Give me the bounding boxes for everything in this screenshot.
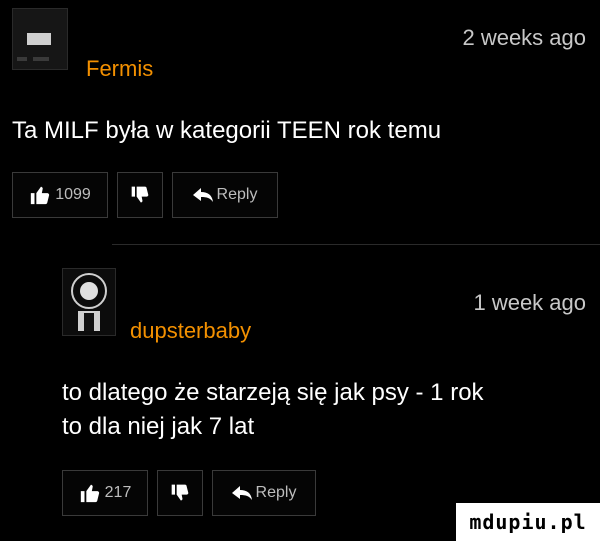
reply-arrow-icon — [192, 187, 213, 203]
comment-timestamp: 2 weeks ago — [462, 25, 586, 50]
reply-label: Reply — [255, 484, 297, 501]
like-count: 1099 — [55, 186, 91, 203]
thumbs-down-icon — [170, 483, 190, 503]
comment-text-line: to dlatego że starzeją się jak psy - 1 r… — [62, 379, 484, 406]
reply-button[interactable]: Reply — [172, 172, 278, 218]
thumbs-up-icon — [79, 482, 101, 504]
comment-username[interactable]: dupsterbaby — [130, 318, 251, 344]
dislike-button[interactable] — [157, 470, 203, 516]
avatar[interactable] — [12, 8, 68, 70]
comment-divider — [112, 244, 600, 245]
dislike-button[interactable] — [117, 172, 163, 218]
reply-label: Reply — [216, 186, 258, 203]
comment-text: to dlatego że starzeją się jak psy - 1 r… — [62, 376, 484, 444]
comment-text-line: Ta MILF była w kategorii TEEN rok temu — [12, 117, 442, 144]
comment-actions: 1099 Reply — [12, 172, 278, 218]
comment-actions: 217 Reply — [62, 470, 316, 516]
comment-text: Ta MILF była w kategorii TEEN rok temu — [12, 114, 441, 148]
watermark-text: mdupiu.pl — [469, 510, 587, 534]
comment-timestamp: 1 week ago — [473, 290, 586, 315]
reply-arrow-icon — [231, 485, 252, 501]
like-button[interactable]: 217 — [62, 470, 148, 516]
thumbs-up-icon — [29, 184, 51, 206]
thumbs-down-icon — [130, 185, 150, 205]
avatar[interactable] — [62, 268, 116, 336]
reply-button[interactable]: Reply — [212, 470, 316, 516]
site-watermark: mdupiu.pl — [456, 503, 600, 541]
like-count: 217 — [104, 484, 132, 501]
comment-text-line: to dla niej jak 7 lat — [62, 413, 255, 440]
comment-username[interactable]: Fermis — [86, 56, 153, 82]
like-button[interactable]: 1099 — [12, 172, 108, 218]
